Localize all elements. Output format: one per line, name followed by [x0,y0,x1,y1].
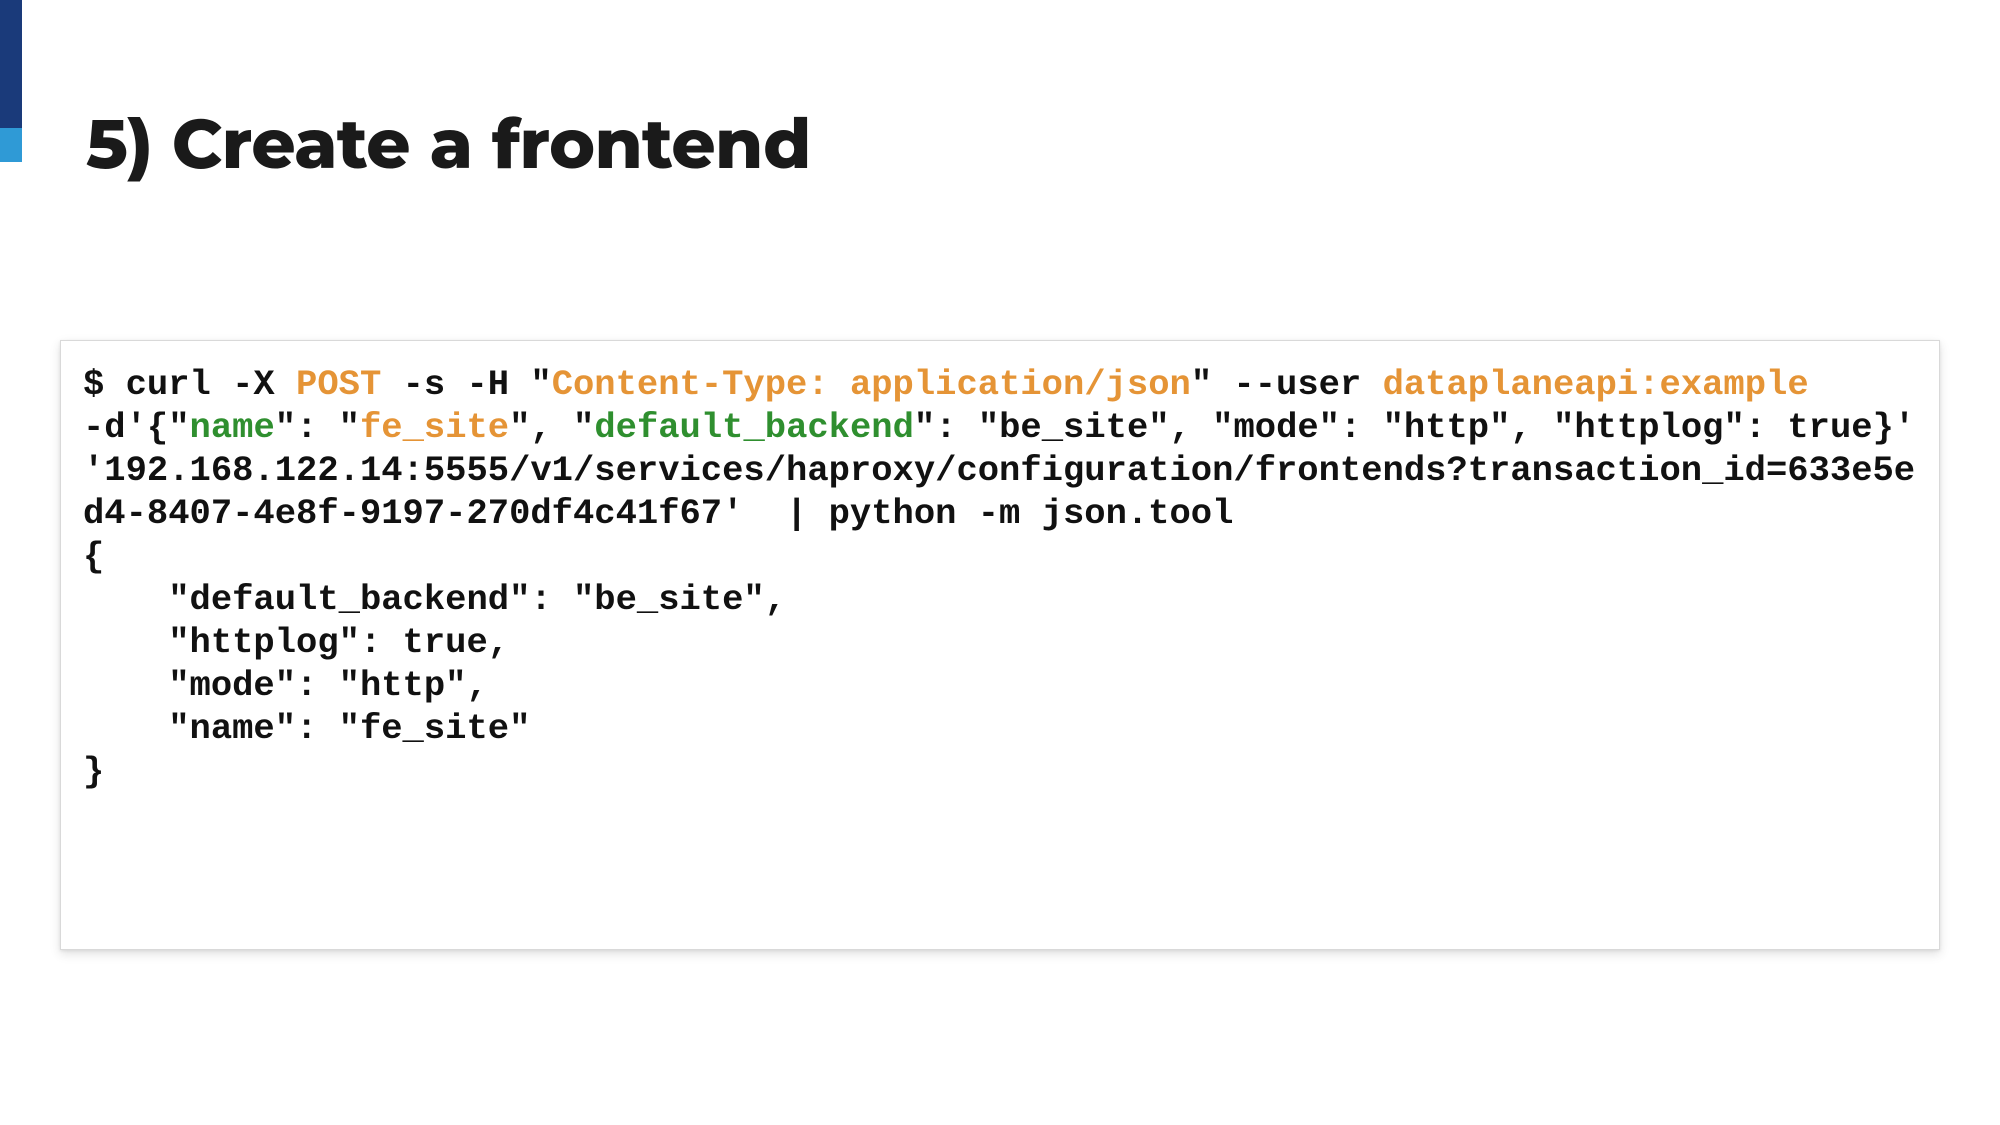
quote: " [275,407,296,448]
json-value-fe-site: fe_site [360,407,509,448]
json-key-name: name [190,407,275,448]
response-close: } [83,751,104,792]
code-block: $ curl -X POST -s -H "Content-Type: appl… [83,363,1917,793]
cmd-part: : "be_site", "mode": "http", "httplog": … [935,407,1915,448]
quote: " [168,407,189,448]
content-type-header: Content-Type: application/json [552,364,1191,405]
response-line: "mode": "http", [83,665,488,706]
credentials: dataplaneapi:example [1383,364,1809,405]
cmd-part: ", [509,407,573,448]
accent-bar-light [0,128,22,162]
response-line: "default_backend": "be_site", [83,579,786,620]
quote: " [530,364,551,405]
response-open: { [83,536,104,577]
quote: " [1191,364,1212,405]
quote: " [573,407,594,448]
code-panel: $ curl -X POST -s -H "Content-Type: appl… [60,340,1940,950]
cmd-part: curl -X [126,364,296,405]
cmd-part: -s -H [381,364,530,405]
accent-bar-dark [0,0,22,128]
response-line: "httplog": true, [83,622,509,663]
cmd-part: --user [1212,364,1382,405]
response-line: "name": "fe_site" [83,708,530,749]
sep: : " [296,407,360,448]
slide-title: 5) Create a frontend [86,102,811,186]
http-method: POST [296,364,381,405]
prompt: $ [83,364,126,405]
json-key-default-backend: default_backend [594,407,914,448]
cmd-part: -d'{ [83,407,168,448]
pipe-cmd: | python -m json.tool [765,493,1234,534]
quote: " [914,407,935,448]
